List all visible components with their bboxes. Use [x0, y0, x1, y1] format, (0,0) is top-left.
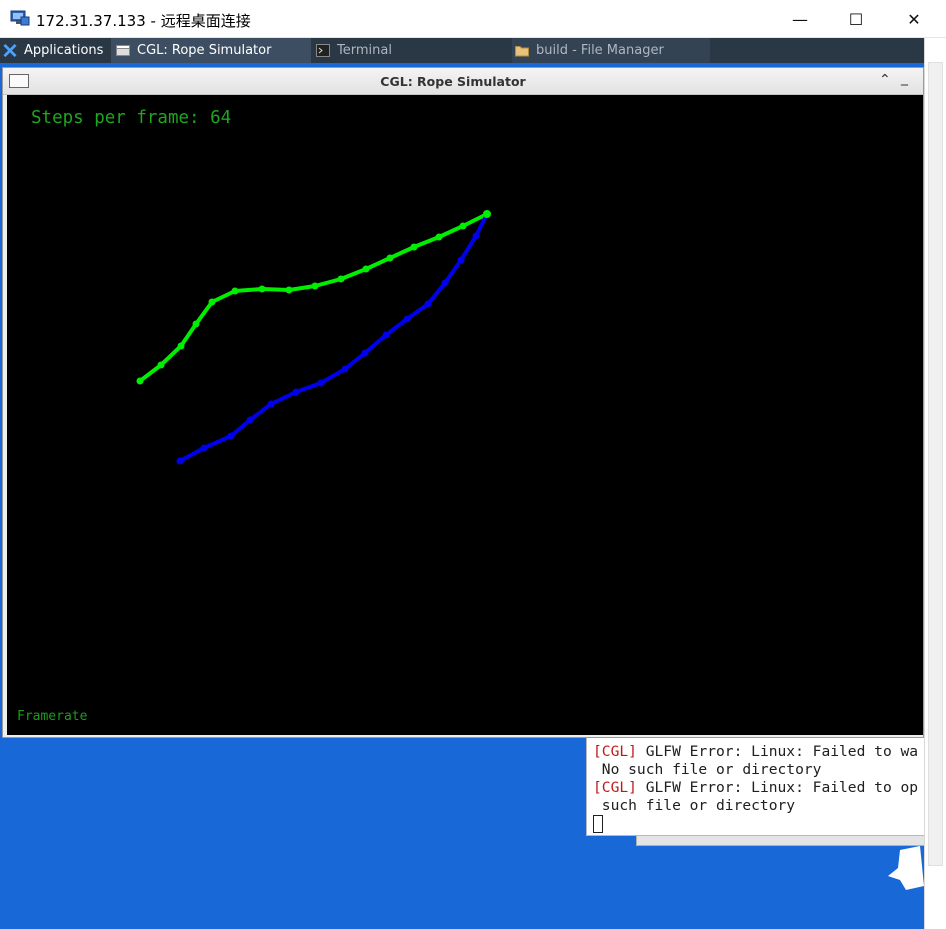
task-label: build - File Manager [536, 43, 664, 58]
rope-node [157, 361, 165, 369]
minimize-button[interactable]: — [772, 0, 828, 38]
folder-icon [515, 46, 529, 57]
blue-rope-nodes [176, 232, 480, 465]
terminal-line: [CGL] GLFW Error: Linux: Failed to wa [593, 743, 919, 760]
rope-node [435, 233, 443, 241]
rdp-titlebar: 172.31.37.133 - 远程桌面连接 — ☐ ✕ [0, 0, 946, 38]
rope-node [192, 320, 200, 328]
terminal-line: [CGL] GLFW Error: Linux: Failed to op [593, 779, 919, 796]
window-icon [116, 45, 130, 56]
rope-node [410, 243, 418, 251]
rope-node [136, 377, 144, 385]
rope-node [472, 232, 480, 240]
terminal-line: such file or directory [593, 797, 796, 814]
task-file-manager[interactable]: build - File Manager [512, 38, 710, 63]
shade-button[interactable]: ⌃ [879, 72, 891, 88]
terminal-cursor [593, 815, 603, 833]
rope-node [176, 457, 184, 465]
desktop-decoration-icon [888, 846, 924, 890]
window-edge [636, 836, 924, 846]
app-window-title: CGL: Rope Simulator [380, 74, 526, 89]
rdp-scrollbar[interactable] [924, 38, 946, 929]
maximize-button[interactable]: ☐ [828, 0, 884, 38]
rope-node [337, 275, 345, 283]
task-terminal[interactable]: Terminal [313, 38, 509, 63]
rope-node [362, 265, 370, 273]
app-titlebar[interactable]: CGL: Rope Simulator ⌃ _ [3, 68, 923, 95]
rope-node [292, 388, 300, 396]
framerate-label: Framerate [17, 709, 88, 724]
rope-node [177, 342, 185, 350]
rope-node [208, 298, 216, 306]
task-rope-simulator[interactable]: CGL: Rope Simulator [111, 38, 311, 63]
rope-node [285, 286, 293, 294]
terminal-icon [316, 44, 330, 57]
green-rope-nodes [136, 210, 491, 385]
rope-node [441, 279, 449, 287]
rope-node [457, 256, 465, 264]
render-canvas[interactable]: Steps per frame: 64 Framerate [7, 95, 923, 735]
remote-desktop: Applications CGL: Rope Simulator Termina… [0, 38, 924, 929]
rope-node [227, 432, 235, 440]
rope-node [341, 365, 349, 373]
rope-node [424, 300, 432, 308]
minimize-app-button[interactable]: _ [901, 70, 908, 86]
rope-node [317, 379, 325, 387]
applications-menu[interactable]: Applications [3, 38, 108, 63]
rope-render [136, 210, 491, 465]
rope-node [267, 400, 275, 408]
rope-node [258, 285, 266, 293]
rope-node [361, 349, 369, 357]
close-button[interactable]: ✕ [886, 0, 942, 38]
rope-simulator-window[interactable]: CGL: Rope Simulator ⌃ _ Steps per frame:… [2, 67, 924, 738]
rope-node [403, 315, 411, 323]
rope-node [231, 287, 239, 295]
rdp-window-title: 172.31.37.133 - 远程桌面连接 [36, 12, 251, 30]
rope-node [459, 222, 467, 230]
rope-anchor-node [483, 210, 491, 218]
terminal-line: No such file or directory [593, 761, 822, 778]
xfce-icon [3, 44, 17, 57]
task-label: Terminal [337, 43, 392, 58]
applications-label: Applications [24, 43, 104, 58]
rope-node [200, 444, 208, 452]
rope-node [311, 282, 319, 290]
blue-rope [179, 213, 489, 463]
taskbar-panel: Applications CGL: Rope Simulator Termina… [0, 38, 924, 63]
task-label: CGL: Rope Simulator [137, 43, 272, 58]
remote-desktop-icon [10, 10, 30, 26]
rope-node [246, 416, 254, 424]
rope-node [382, 331, 390, 339]
scrollbar-thumb[interactable] [928, 62, 943, 866]
rope-node [386, 254, 394, 262]
